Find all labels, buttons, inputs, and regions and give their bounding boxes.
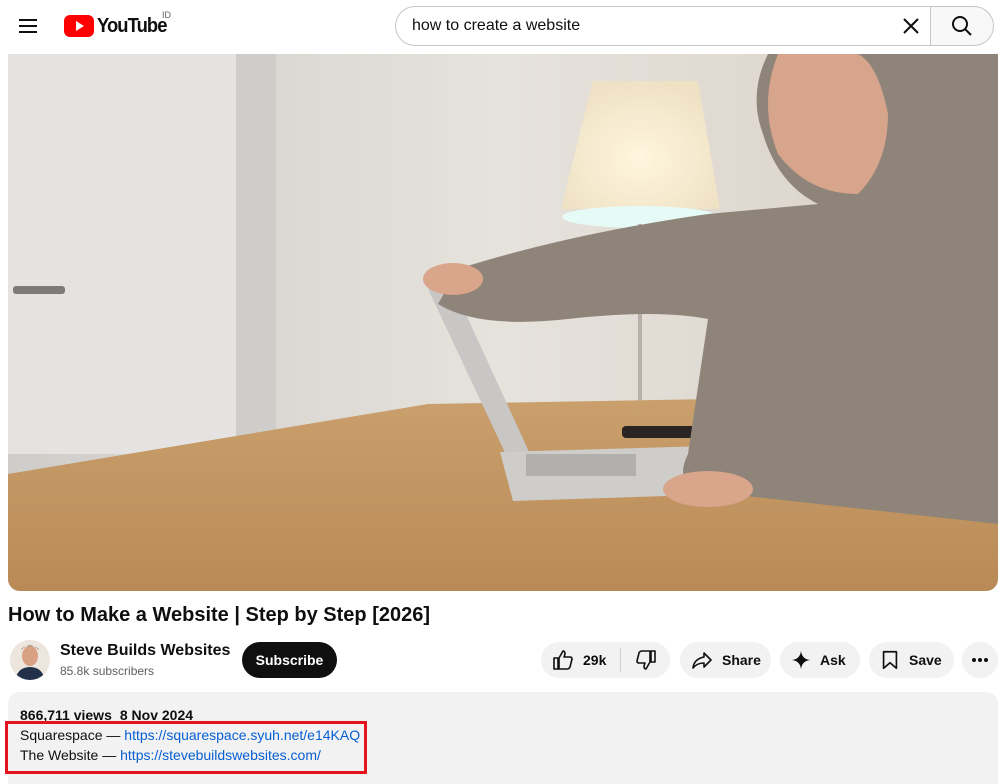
hamburger-menu-icon: [19, 19, 37, 33]
avatar-image: [10, 640, 50, 680]
masthead: YouTube ID: [0, 0, 1007, 54]
youtube-play-logo-icon: [64, 15, 94, 37]
description-line: The Website — https://stevebuildswebsite…: [20, 747, 321, 763]
like-dislike-group: 29k: [541, 642, 670, 678]
search-input[interactable]: [396, 7, 876, 45]
save-label: Save: [909, 652, 942, 668]
save-button[interactable]: Save: [869, 642, 954, 678]
logo-region-code: ID: [162, 10, 171, 20]
ask-button[interactable]: Ask: [780, 642, 860, 678]
close-icon: [903, 18, 919, 34]
sparkle-icon: [791, 650, 811, 670]
upload-date: 8 Nov 2024: [119, 707, 194, 723]
channel-name[interactable]: Steve Builds Websites: [60, 642, 230, 660]
search-button[interactable]: [930, 6, 994, 46]
logo-wordmark: YouTube: [97, 14, 167, 37]
description-line: Squarespace — https://squarespace.syuh.n…: [20, 727, 360, 743]
more-horizontal-icon: [972, 658, 988, 662]
video-player[interactable]: [8, 54, 998, 591]
website-link[interactable]: https://stevebuildswebsites.com/: [120, 747, 321, 763]
share-arrow-icon: [692, 652, 712, 669]
more-actions-button[interactable]: [962, 642, 998, 678]
ask-label: Ask: [820, 652, 846, 668]
share-label: Share: [722, 652, 761, 668]
link-label: Squarespace —: [20, 727, 125, 743]
link-label: The Website —: [20, 747, 121, 763]
thumbs-down-icon: [635, 650, 656, 670]
bookmark-icon: [882, 650, 898, 670]
share-button[interactable]: Share: [680, 642, 771, 678]
channel-avatar[interactable]: [10, 640, 50, 680]
guide-menu-button[interactable]: [10, 8, 46, 44]
video-title: How to Make a Website | Step by Step [20…: [8, 604, 431, 626]
subscribe-button[interactable]: Subscribe: [242, 642, 337, 678]
video-frame: [8, 54, 998, 591]
like-count: 29k: [583, 652, 607, 668]
youtube-logo[interactable]: YouTube: [64, 14, 173, 38]
view-count: 866,711 views: [20, 707, 112, 723]
search-icon: [952, 16, 972, 36]
clear-search-button[interactable]: [895, 10, 927, 42]
description-meta: 866,711 views 8 Nov 2024: [20, 707, 193, 723]
dislike-button[interactable]: [621, 642, 670, 678]
squarespace-link[interactable]: https://squarespace.syuh.net/e14KAQ: [124, 727, 360, 743]
search-box: [395, 6, 931, 46]
like-button[interactable]: 29k: [541, 642, 620, 678]
description-box[interactable]: 866,711 views 8 Nov 2024 Squarespace — ht…: [8, 692, 998, 784]
thumbs-up-icon: [553, 650, 573, 670]
subscriber-count: 85.8k subscribers: [60, 664, 155, 678]
